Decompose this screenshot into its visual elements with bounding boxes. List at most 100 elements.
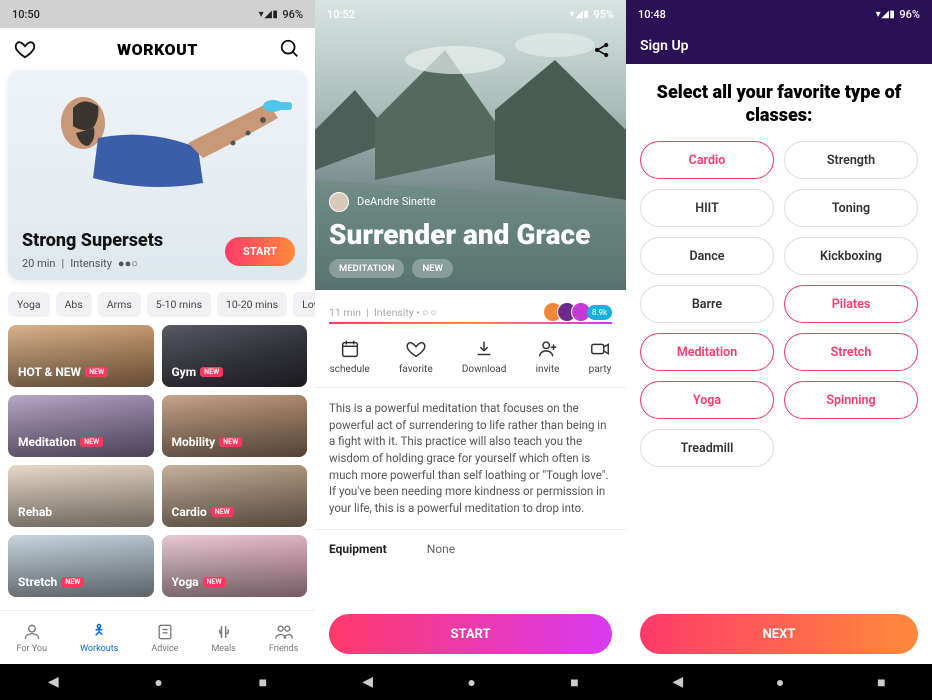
category-card[interactable]: MobilityNEW xyxy=(162,395,308,457)
class-choice-strength[interactable]: Strength xyxy=(784,141,918,179)
tab-advice[interactable]: Advice xyxy=(151,622,178,654)
class-choice-treadmill[interactable]: Treadmill xyxy=(640,429,774,467)
tab-label: Advice xyxy=(151,644,178,654)
new-badge: NEW xyxy=(203,577,226,587)
participant-count: 8.9k xyxy=(587,305,612,320)
status-bar: 10:52 ▾◢▮ 95% xyxy=(315,0,626,28)
class-title: Surrender and Grace xyxy=(329,220,612,249)
equipment-label: Equipment xyxy=(329,542,387,556)
action-label: party xyxy=(589,364,612,375)
category-label: Mobility xyxy=(172,435,216,449)
category-label: Gym xyxy=(172,365,197,379)
class-choice-yoga[interactable]: Yoga xyxy=(640,381,774,419)
action-invite[interactable]: invite xyxy=(536,338,560,375)
action-party[interactable]: party xyxy=(589,338,612,375)
android-nav-bar[interactable]: ◀ ● ■ xyxy=(626,664,932,700)
status-icons: ▾◢▮ 96% xyxy=(876,8,920,21)
featured-workout-card[interactable]: Strong Supersets 20 min | Intensity ●●○ … xyxy=(8,70,307,280)
home-icon[interactable]: ● xyxy=(776,674,784,691)
category-card[interactable]: Rehab xyxy=(8,465,154,527)
recents-icon[interactable]: ■ xyxy=(570,674,578,691)
author-avatar xyxy=(329,192,349,212)
app-header: WORKOUT xyxy=(0,28,315,70)
tab-label: Friends xyxy=(269,644,299,654)
new-badge: NEW xyxy=(61,577,84,587)
status-battery: 95% xyxy=(593,8,614,21)
filter-chip[interactable]: 10-20 mins xyxy=(217,292,287,317)
recents-icon[interactable]: ■ xyxy=(877,674,885,691)
category-card[interactable]: HOT & NEWNEW xyxy=(8,325,154,387)
author-name: DeAndre Sinette xyxy=(357,195,436,208)
class-choice-dance[interactable]: Dance xyxy=(640,237,774,275)
screen-workout-list: 10:50 ▾◢▮ 96% WORKOUT Strong Supersets xyxy=(0,0,315,700)
action-schedule[interactable]: schedule xyxy=(330,338,370,375)
class-tag: NEW xyxy=(412,259,452,278)
class-choice-meditation[interactable]: Meditation xyxy=(640,333,774,371)
tab-friends[interactable]: Friends xyxy=(269,622,299,654)
action-label: invite xyxy=(536,364,560,375)
signup-header: Sign Up xyxy=(626,28,932,64)
class-choice-spinning[interactable]: Spinning xyxy=(784,381,918,419)
action-download[interactable]: Download xyxy=(462,338,507,375)
category-card[interactable]: CardioNEW xyxy=(162,465,308,527)
home-icon[interactable]: ● xyxy=(467,674,475,691)
class-choice-hiit[interactable]: HIIT xyxy=(640,189,774,227)
tab-for-you[interactable]: For You xyxy=(17,622,48,654)
category-card[interactable]: MeditationNEW xyxy=(8,395,154,457)
class-choice-barre[interactable]: Barre xyxy=(640,285,774,323)
status-time: 10:50 xyxy=(12,8,40,21)
participant-avatars[interactable]: 8.9k xyxy=(549,302,612,322)
tab-workouts[interactable]: Workouts xyxy=(80,622,118,654)
class-hero-image: DeAndre Sinette Surrender and Grace MEDI… xyxy=(315,0,626,290)
page-title: WORKOUT xyxy=(117,40,198,59)
filter-chip[interactable]: 5-10 mins xyxy=(147,292,211,317)
bottom-tab-bar: For You Workouts Advice Meals Friends xyxy=(0,610,315,664)
recents-icon[interactable]: ■ xyxy=(259,674,267,691)
share-icon[interactable] xyxy=(592,40,612,64)
status-bar: 10:48 ▾◢▮ 96% xyxy=(626,0,932,28)
android-nav-bar[interactable]: ◀ ● ■ xyxy=(315,664,626,700)
back-icon[interactable]: ◀ xyxy=(362,674,373,690)
class-choice-pilates[interactable]: Pilates xyxy=(784,285,918,323)
favorites-icon[interactable] xyxy=(14,38,36,60)
screen-class-detail: 10:52 ▾◢▮ 95% DeAndre S xyxy=(315,0,626,700)
tab-label: Meals xyxy=(211,644,235,654)
action-favorite[interactable]: favorite xyxy=(399,338,433,375)
back-icon[interactable]: ◀ xyxy=(672,674,683,690)
tag-row: MEDITATION NEW xyxy=(329,259,612,278)
status-battery: 96% xyxy=(899,8,920,21)
next-button[interactable]: NEXT xyxy=(640,614,918,654)
category-card[interactable]: YogaNEW xyxy=(162,535,308,597)
filter-chip[interactable]: Arms xyxy=(98,292,141,317)
start-class-button[interactable]: START xyxy=(329,614,612,654)
class-choice-kickboxing[interactable]: Kickboxing xyxy=(784,237,918,275)
new-badge: NEW xyxy=(200,367,223,377)
new-badge: NEW xyxy=(219,437,242,447)
equipment-row: Equipment None xyxy=(315,529,626,568)
search-icon[interactable] xyxy=(279,38,301,60)
filter-chip[interactable]: Low intensity xyxy=(293,292,315,317)
author-row[interactable]: DeAndre Sinette xyxy=(329,192,612,212)
status-battery: 96% xyxy=(282,8,303,21)
class-description: This is a powerful meditation that focus… xyxy=(315,388,626,521)
tab-label: For You xyxy=(17,644,48,654)
class-choice-stretch[interactable]: Stretch xyxy=(784,333,918,371)
category-card[interactable]: StretchNEW xyxy=(8,535,154,597)
android-nav-bar[interactable]: ◀ ● ■ xyxy=(0,664,315,700)
back-icon[interactable]: ◀ xyxy=(48,674,59,690)
filter-chip[interactable]: Yoga xyxy=(8,292,50,317)
filter-chip-row[interactable]: YogaAbsArms5-10 mins10-20 mins Low intens… xyxy=(0,280,315,325)
signup-title: Select all your favorite type of classes… xyxy=(626,64,932,141)
class-choice-toning[interactable]: Toning xyxy=(784,189,918,227)
category-label: Meditation xyxy=(18,435,76,449)
class-meta: 11 min | Intensity •○○ xyxy=(329,306,439,319)
filter-chip[interactable]: Abs xyxy=(56,292,92,317)
tab-meals[interactable]: Meals xyxy=(211,622,235,654)
start-button[interactable]: START xyxy=(225,237,295,266)
category-card[interactable]: GymNEW xyxy=(162,325,308,387)
action-label: favorite xyxy=(399,364,433,375)
class-tag: MEDITATION xyxy=(329,259,404,278)
home-icon[interactable]: ● xyxy=(154,674,162,691)
action-label: schedule xyxy=(330,364,370,375)
class-choice-cardio[interactable]: Cardio xyxy=(640,141,774,179)
